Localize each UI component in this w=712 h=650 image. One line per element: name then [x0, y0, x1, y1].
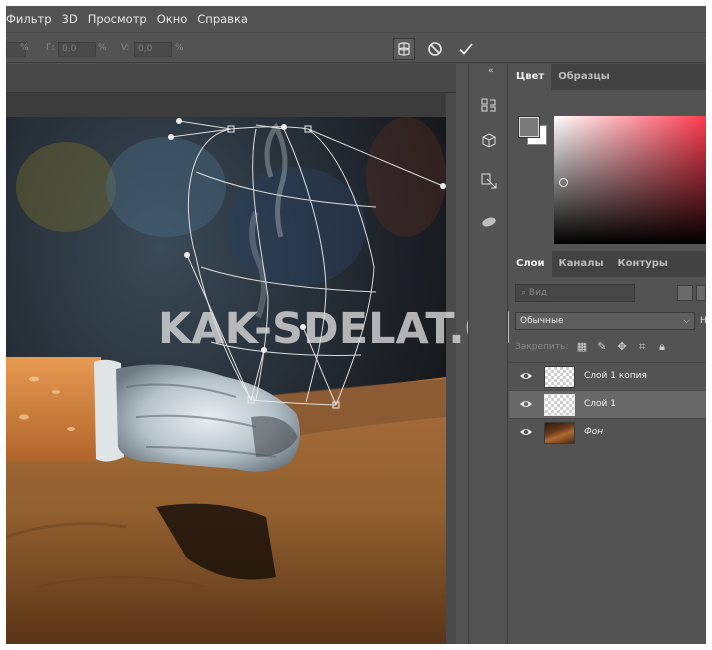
layer-row[interactable]: Слой 1 копия	[509, 362, 706, 390]
history-panel-icon[interactable]	[476, 92, 502, 118]
blend-mode-value: Обычные	[520, 316, 564, 326]
tab-channels[interactable]: Каналы	[552, 251, 611, 277]
filter-adjust-icon[interactable]	[696, 285, 706, 301]
right-panels: Цвет Образцы Слои Каналы Контуры ⌕ Вид О…	[509, 64, 706, 644]
width-unit: %	[20, 43, 29, 53]
tab-paths[interactable]: Контуры	[611, 251, 675, 277]
tab-swatches[interactable]: Образцы	[551, 64, 617, 90]
layer-filter-input[interactable]: ⌕ Вид	[515, 284, 635, 302]
chevron-down-icon: ⌵	[683, 316, 690, 326]
layer-row-selected[interactable]: Слой 1	[509, 390, 706, 418]
color-picker-marker[interactable]	[559, 178, 568, 187]
layer-filter-placeholder: Вид	[528, 288, 548, 298]
layers-panel-tabs: Слои Каналы Контуры	[509, 251, 706, 277]
image-canvas[interactable]	[6, 117, 446, 644]
layer-name[interactable]: Фон	[584, 427, 603, 437]
panel-icon-column	[468, 64, 508, 644]
layer-thumbnail	[544, 394, 575, 416]
layer-name[interactable]: Слой 1 копия	[584, 371, 647, 381]
color-spectrum[interactable]	[554, 116, 706, 244]
lock-artboard-icon[interactable]: ⌗	[635, 340, 649, 354]
warp-mode-icon[interactable]	[393, 38, 415, 60]
v-skew-label: V:	[121, 43, 130, 53]
properties-panel-icon[interactable]	[476, 168, 502, 194]
cancel-icon[interactable]	[424, 38, 446, 60]
lock-all-icon[interactable]: 🔒︎	[655, 340, 669, 354]
menu-filter[interactable]: Фильтр	[6, 6, 57, 32]
foreground-color-swatch[interactable]	[518, 116, 540, 138]
lock-paint-icon[interactable]: ✎	[595, 340, 609, 354]
photo-illustration	[6, 117, 446, 644]
filter-image-icon[interactable]	[677, 285, 693, 301]
layer-row[interactable]: Фон	[509, 418, 706, 446]
vertical-scrollbar[interactable]	[446, 93, 456, 644]
v-skew-field[interactable]: 0,0	[134, 42, 172, 57]
blend-mode-select[interactable]: Обычные ⌵	[515, 312, 695, 330]
menu-window[interactable]: Окно	[152, 6, 193, 32]
lock-transparent-icon[interactable]: ▦	[575, 340, 589, 354]
collapse-panels-icon[interactable]: «	[488, 66, 494, 76]
document-tab-strip	[6, 64, 456, 93]
color-panel-tabs: Цвет Образцы	[509, 64, 706, 90]
visibility-eye-icon[interactable]	[519, 370, 533, 382]
layer-thumbnail	[544, 366, 575, 388]
h-skew-label: Г:	[46, 43, 55, 53]
visibility-eye-icon[interactable]	[519, 426, 533, 438]
menu-3d[interactable]: 3D	[57, 6, 83, 32]
commit-check-icon[interactable]	[455, 38, 477, 60]
visibility-eye-icon[interactable]	[519, 398, 533, 410]
lock-row: Закрепить: ▦ ✎ ✥ ⌗ 🔒︎	[515, 340, 705, 356]
menu-view[interactable]: Просмотр	[83, 6, 152, 32]
brush-panel-icon[interactable]	[476, 208, 502, 234]
tab-color[interactable]: Цвет	[509, 64, 552, 90]
menu-help[interactable]: Справка	[192, 6, 253, 32]
h-skew-field[interactable]: 0,0	[58, 42, 96, 57]
3d-panel-icon[interactable]	[476, 128, 502, 154]
h-skew-unit: %	[98, 43, 107, 53]
options-bar: % Г: 0,0 % V: 0,0 %	[6, 32, 706, 63]
v-skew-unit: %	[175, 43, 184, 53]
lock-move-icon[interactable]: ✥	[615, 340, 629, 354]
opacity-label: Н	[700, 316, 706, 326]
lock-label: Закрепить:	[515, 342, 569, 352]
layer-thumbnail	[544, 422, 575, 444]
menu-bar: Фильтр 3D Просмотр Окно Справка	[6, 6, 706, 32]
document-area	[6, 64, 456, 644]
photoshop-window: Фильтр 3D Просмотр Окно Справка % Г: 0,0…	[6, 6, 706, 644]
tab-layers[interactable]: Слои	[509, 251, 552, 277]
layer-name[interactable]: Слой 1	[584, 399, 616, 409]
